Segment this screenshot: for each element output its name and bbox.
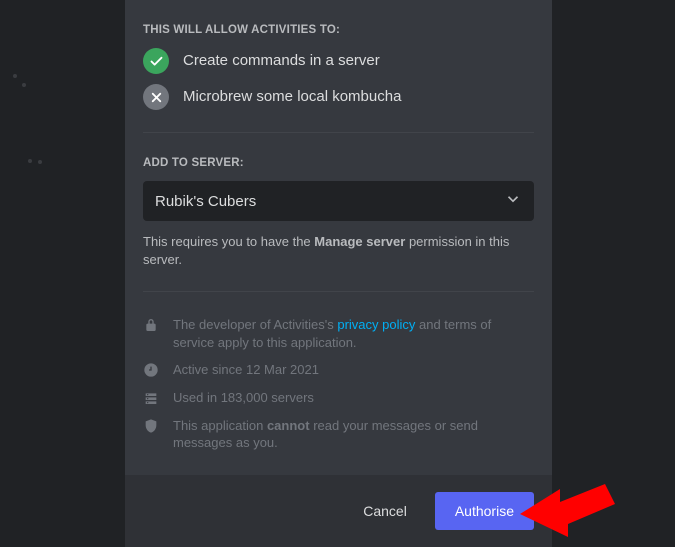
info-active: Active since 12 Mar 2021 xyxy=(143,361,534,379)
info-privacy: The developer of Activities's privacy po… xyxy=(143,316,534,351)
permission-text: Create commands in a server xyxy=(183,51,380,71)
hint-prefix: This requires you to have the xyxy=(143,234,314,249)
authorise-button[interactable]: Authorise xyxy=(435,492,534,530)
info-text: This application cannot read your messag… xyxy=(173,417,534,452)
info-text: The developer of Activities's privacy po… xyxy=(173,316,534,351)
x-icon xyxy=(143,84,169,110)
privacy-policy-link[interactable]: privacy policy xyxy=(337,317,415,332)
info-used: Used in 183,000 servers xyxy=(143,389,534,407)
permission-item-deny: Microbrew some local kombucha xyxy=(143,84,534,110)
check-icon xyxy=(143,48,169,74)
server-select[interactable]: Rubik's Cubers xyxy=(143,181,534,221)
server-section-label: ADD TO SERVER: xyxy=(143,157,534,169)
info-text: Active since 12 Mar 2021 xyxy=(173,361,534,379)
info-pre: This application xyxy=(173,418,267,433)
dialog-footer: Cancel Authorise xyxy=(125,475,552,547)
lock-icon xyxy=(143,317,159,333)
info-list: The developer of Activities's privacy po… xyxy=(143,316,534,471)
shield-icon xyxy=(143,418,159,434)
allow-section-label: THIS WILL ALLOW ACTIVITIES TO: xyxy=(143,24,534,36)
server-permission-hint: This requires you to have the Manage ser… xyxy=(143,233,534,269)
permission-item-allow: Create commands in a server xyxy=(143,48,534,74)
cancel-button[interactable]: Cancel xyxy=(343,492,427,530)
divider xyxy=(143,132,534,133)
info-text: Used in 183,000 servers xyxy=(173,389,534,407)
chevron-down-icon xyxy=(504,190,522,213)
servers-icon xyxy=(143,390,159,406)
info-shield: This application cannot read your messag… xyxy=(143,417,534,452)
divider xyxy=(143,291,534,292)
clock-icon xyxy=(143,362,159,378)
permissions-list: Create commands in a server Microbrew so… xyxy=(143,48,534,110)
hint-bold: Manage server xyxy=(314,234,405,249)
info-bold: cannot xyxy=(267,418,310,433)
dialog-body: THIS WILL ALLOW ACTIVITIES TO: Create co… xyxy=(125,0,552,475)
permission-text: Microbrew some local kombucha xyxy=(183,87,401,107)
info-pre: The developer of Activities's xyxy=(173,317,337,332)
authorise-dialog: THIS WILL ALLOW ACTIVITIES TO: Create co… xyxy=(125,0,552,547)
server-select-value: Rubik's Cubers xyxy=(155,193,256,210)
